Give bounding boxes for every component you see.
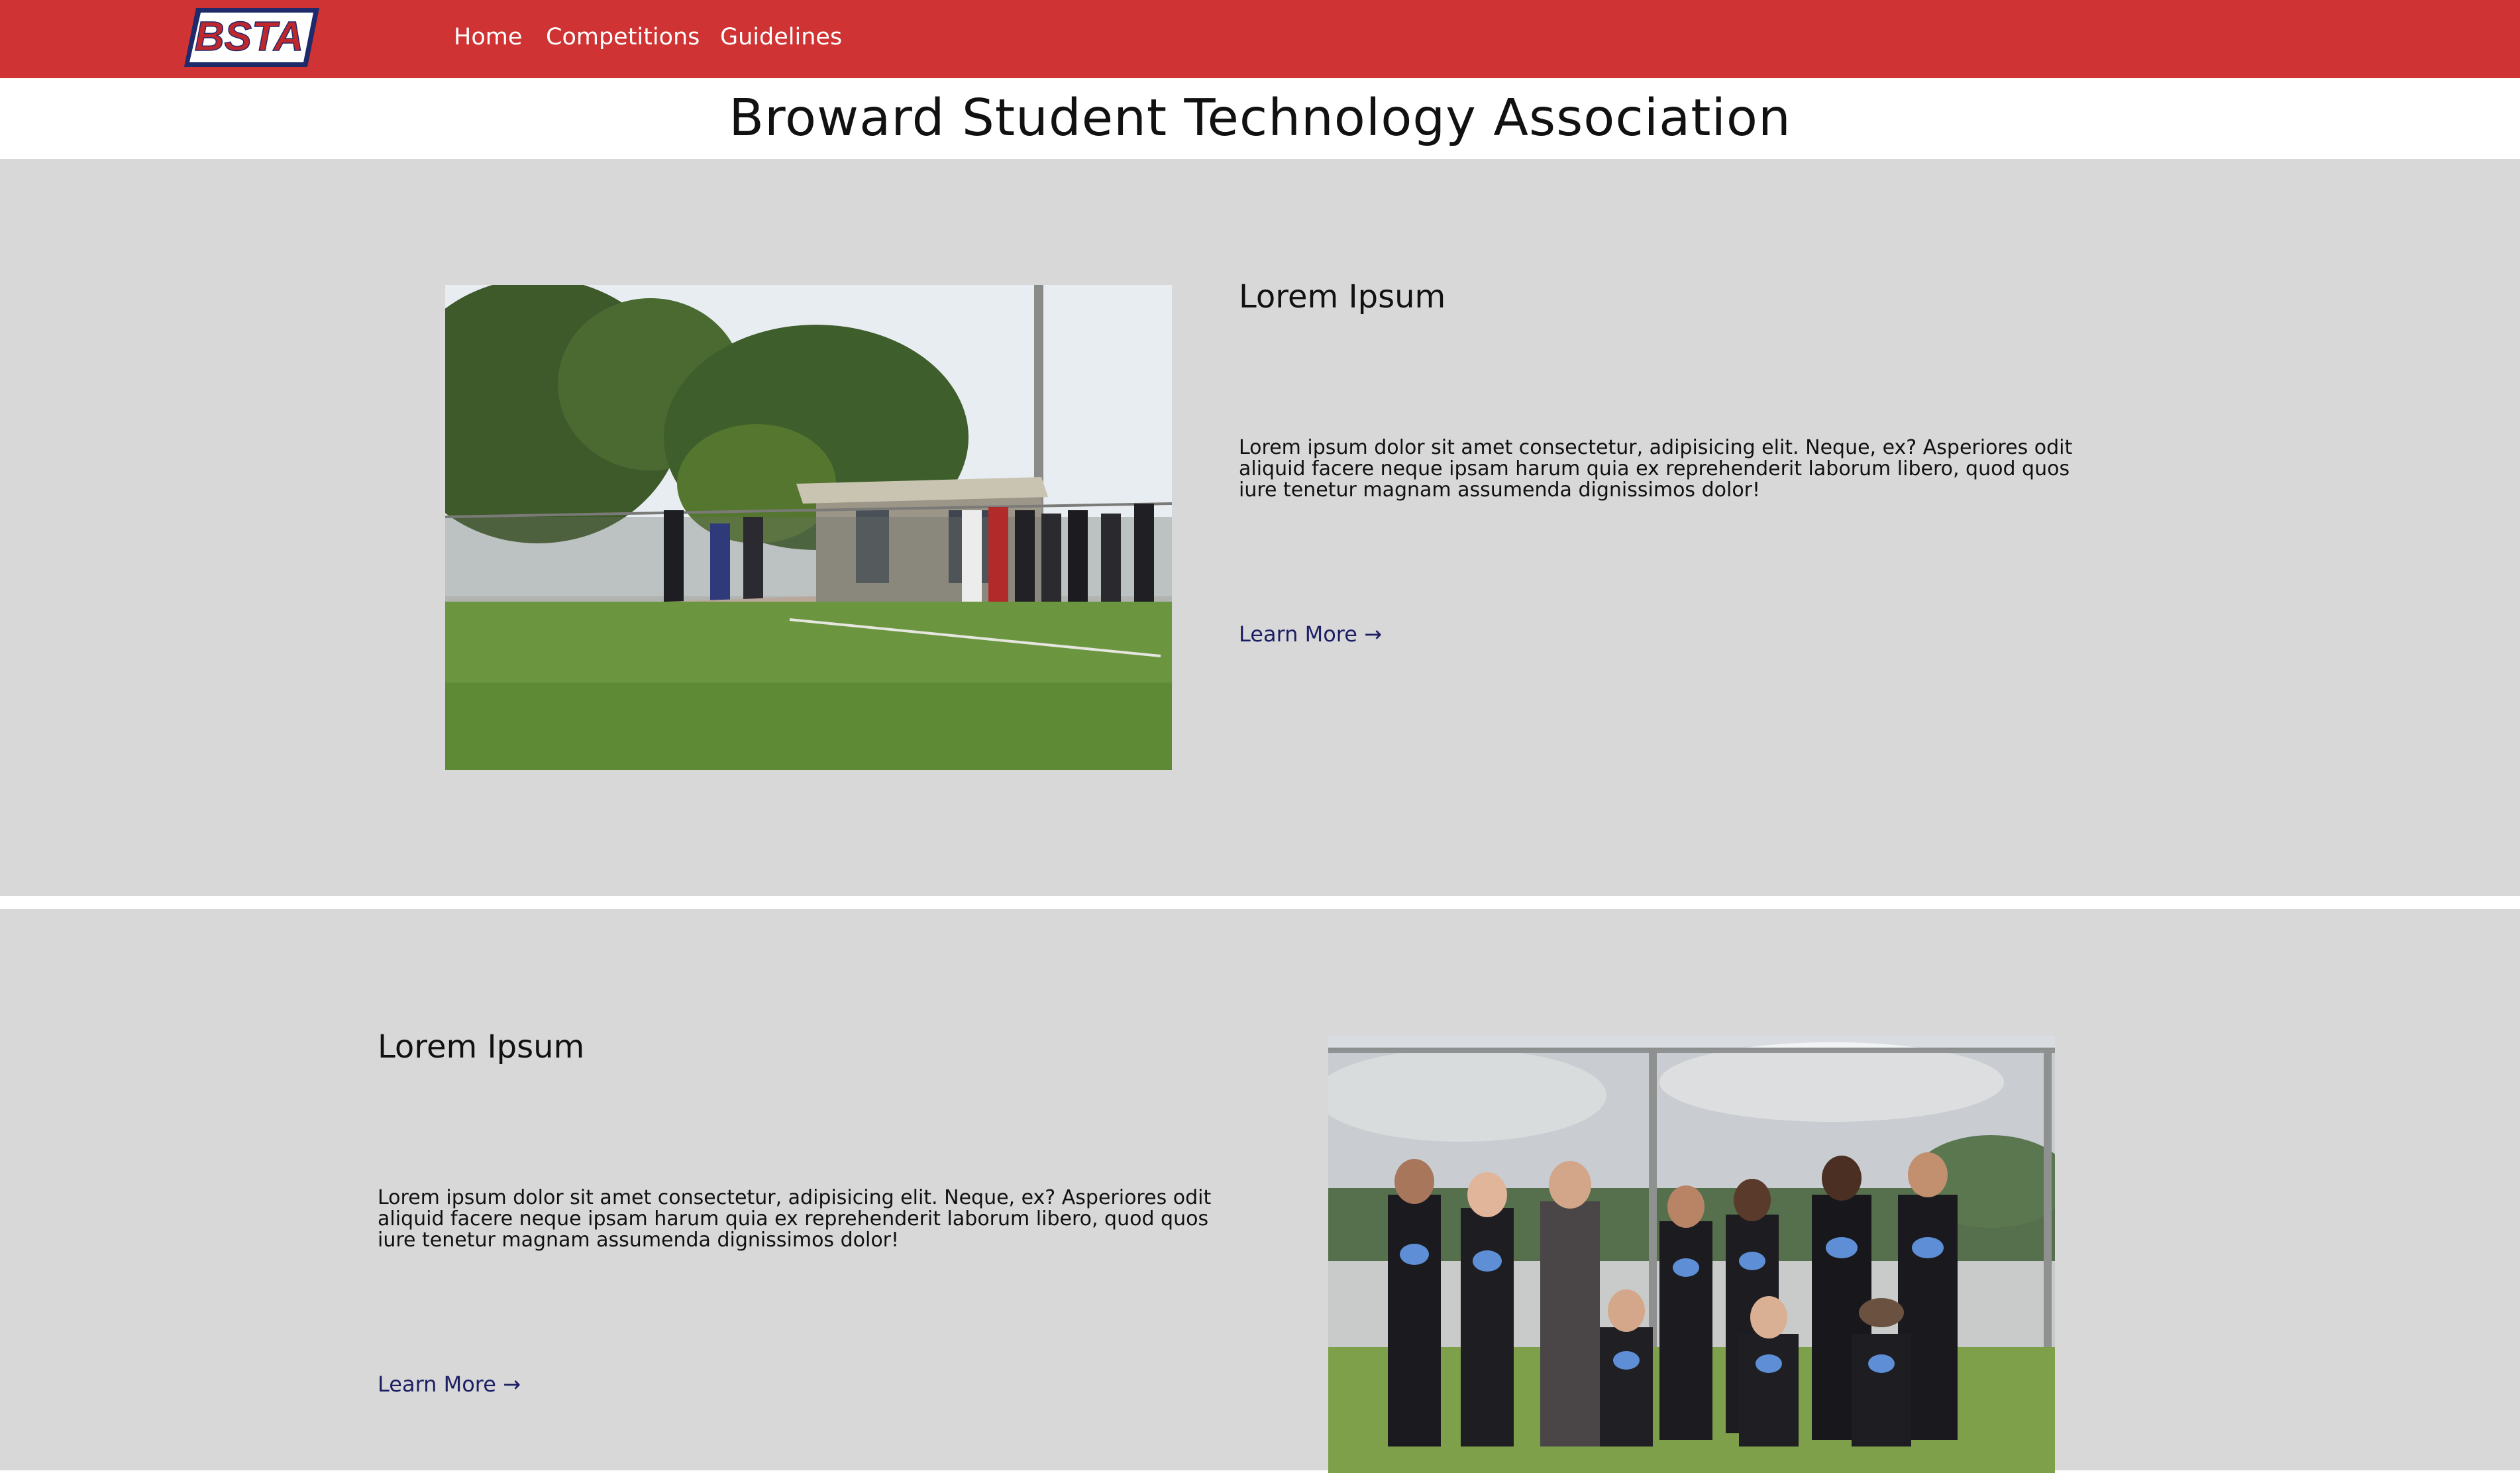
nav-home-link[interactable]: Home	[454, 23, 522, 52]
section-2-heading: Lorem Ipsum	[378, 1028, 585, 1065]
nav-competitions-link[interactable]: Competitions	[546, 23, 700, 52]
nav-guidelines-link[interactable]: Guidelines	[720, 23, 842, 52]
feature-section-1: Lorem Ipsum Lorem ipsum dolor sit amet c…	[0, 159, 2520, 896]
top-navbar: BSTA Home Competitions Guidelines	[0, 0, 2520, 78]
section-2-body: Lorem ipsum dolor sit amet consectetur, …	[378, 1186, 1212, 1252]
section-2-learn-more-link[interactable]: Learn More →	[378, 1372, 521, 1397]
bsta-logo[interactable]: BSTA	[184, 7, 319, 68]
section-1-heading: Lorem Ipsum	[1239, 278, 1446, 315]
team-photo	[1328, 1036, 2055, 1473]
title-bar: Broward Student Technology Association	[0, 78, 2520, 159]
feature-section-2: Lorem Ipsum Lorem ipsum dolor sit amet c…	[0, 909, 2520, 1473]
section-1-body: Lorem ipsum dolor sit amet consectetur, …	[1239, 436, 2073, 502]
page-title: Broward Student Technology Association	[729, 89, 1791, 148]
logo-text: BSTA	[195, 14, 303, 60]
section-1-learn-more-link[interactable]: Learn More →	[1239, 622, 1382, 647]
field-photo	[445, 285, 1172, 770]
